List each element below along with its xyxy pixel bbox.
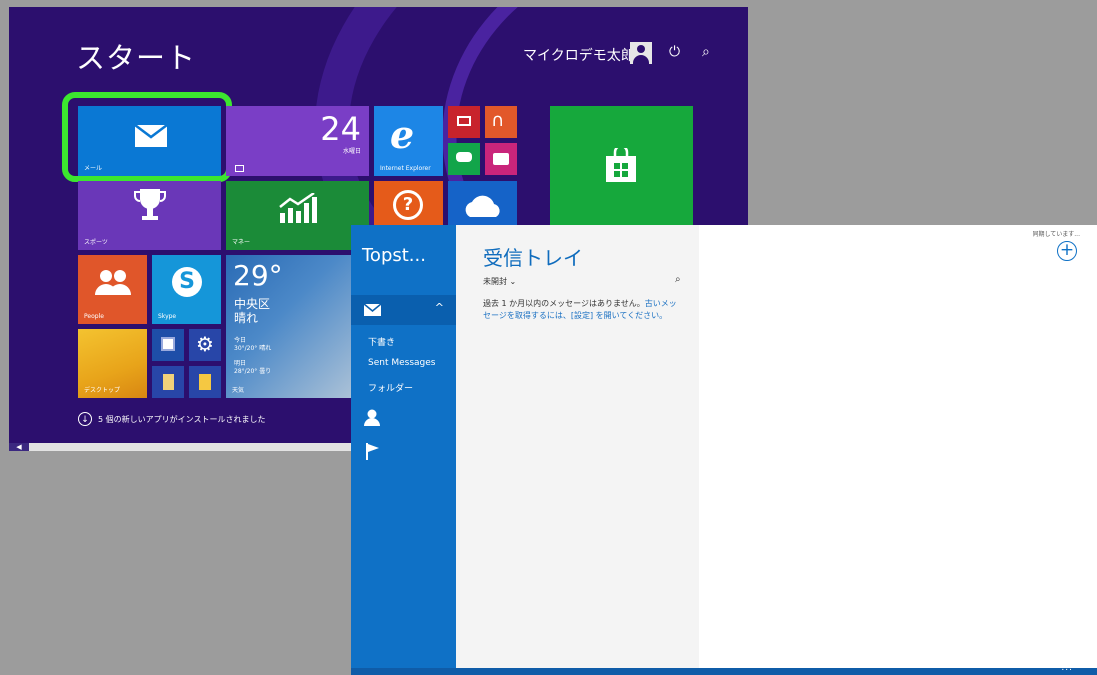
tile-money-label: マネー xyxy=(232,239,251,246)
mail-tile-highlight xyxy=(62,92,232,182)
power-icon[interactable]: ⏻ xyxy=(669,44,680,60)
tile-money[interactable]: マネー xyxy=(226,181,369,250)
tile-music[interactable]: ∩ xyxy=(485,106,517,138)
weather-today-value: 30°/20° 晴れ xyxy=(234,345,272,352)
calendar-day: 24 xyxy=(320,110,361,148)
tile-weather-label: 天気 xyxy=(232,387,245,394)
scroll-left-icon[interactable]: ◀ xyxy=(9,443,29,451)
sync-status: 同期しています... xyxy=(1032,231,1080,238)
filter-dropdown[interactable]: 未開封 ⌄ xyxy=(483,276,516,287)
filter-label: 未開封 xyxy=(483,277,507,286)
flag-icon[interactable] xyxy=(366,443,380,460)
cloud-icon xyxy=(465,195,500,217)
user-avatar-icon[interactable] xyxy=(630,42,652,64)
nav-folder-sent[interactable]: Sent Messages xyxy=(368,358,435,368)
tile-calendar[interactable]: 24 水曜日 xyxy=(226,106,369,176)
arrow-down-circle-icon: ↓ xyxy=(78,412,92,426)
nav-folder-drafts[interactable]: 下書き xyxy=(368,335,395,348)
chevron-down-icon: ⌄ xyxy=(509,277,517,286)
tile-small-app-1[interactable] xyxy=(152,329,184,361)
tile-file-explorer[interactable] xyxy=(189,366,221,398)
new-mail-button[interactable]: + xyxy=(1057,241,1077,261)
tile-people[interactable]: People xyxy=(78,255,147,324)
document-icon xyxy=(163,374,174,390)
app-bar: ... xyxy=(351,663,1097,675)
calendar-weekday: 水曜日 xyxy=(342,148,361,155)
chart-growth-icon xyxy=(279,193,317,223)
tile-desktop[interactable]: デスクトップ xyxy=(78,329,147,398)
gear-icon: ⚙ xyxy=(196,332,214,356)
weather-condition: 晴れ xyxy=(234,311,259,325)
tile-desktop-label: デスクトップ xyxy=(84,387,121,394)
search-icon[interactable]: ⌕ xyxy=(675,274,681,285)
help-icon: ? xyxy=(393,190,423,220)
tile-skype-label: Skype xyxy=(158,313,177,320)
mail-nav-pane: Topst... ^ 下書き Sent Messages フォルダー xyxy=(351,225,456,668)
user-name[interactable]: マイクロデモ太郎 xyxy=(523,45,635,65)
skype-icon: S xyxy=(172,267,202,297)
tile-settings[interactable]: ⚙ xyxy=(189,329,221,361)
camera-icon xyxy=(493,153,509,165)
tile-small-app-2[interactable] xyxy=(152,366,184,398)
tile-games[interactable] xyxy=(448,143,480,175)
mail-app-window: Topst... ^ 下書き Sent Messages フォルダー 受信トレイ… xyxy=(351,225,1097,675)
tile-weather[interactable]: 29° 中央区 晴れ 今日 30°/20° 晴れ 明日 28°/20° 曇り 天… xyxy=(226,255,369,398)
search-icon[interactable]: ⌕ xyxy=(702,44,710,60)
tile-ie-label: Internet Explorer xyxy=(380,165,431,172)
more-options-icon[interactable]: ... xyxy=(1061,663,1073,673)
chevron-up-icon[interactable]: ^ xyxy=(435,301,444,314)
new-apps-text: 5 個の新しいアプリがインストールされました xyxy=(98,414,266,424)
video-icon xyxy=(457,116,471,126)
person-icon[interactable] xyxy=(364,409,380,426)
ie-icon: e xyxy=(390,112,415,157)
store-bag-icon xyxy=(606,148,636,182)
tile-people-label: People xyxy=(84,313,104,320)
empty-message-text: 過去 1 か月以内のメッセージはありません。 xyxy=(483,299,645,308)
envelope-icon xyxy=(364,304,381,316)
tile-video[interactable] xyxy=(448,106,480,138)
empty-inbox-message: 過去 1 か月以内のメッセージはありません。古いメッセージを取得するには、[設定… xyxy=(483,298,678,322)
new-apps-notification[interactable]: ↓ 5 個の新しいアプリがインストールされました xyxy=(78,412,265,426)
trophy-icon xyxy=(134,189,166,220)
weather-tomorrow-value: 28°/20° 曇り xyxy=(234,368,272,375)
headphones-icon: ∩ xyxy=(491,110,505,131)
nav-mail-folder-toggle[interactable]: ^ xyxy=(351,295,456,325)
message-list-pane: 受信トレイ 未開封 ⌄ ⌕ 過去 1 か月以内のメッセージはありません。古いメッ… xyxy=(456,225,699,668)
start-title: スタート xyxy=(76,41,197,75)
tile-skype[interactable]: S Skype xyxy=(152,255,221,324)
account-name[interactable]: Topst... xyxy=(362,245,426,266)
gamepad-icon xyxy=(456,152,472,162)
inbox-title: 受信トレイ xyxy=(483,246,583,270)
tile-camera[interactable] xyxy=(485,143,517,175)
tile-internet-explorer[interactable]: e Internet Explorer xyxy=(374,106,443,176)
weather-temp: 29° xyxy=(233,259,283,292)
tile-sports[interactable]: スポーツ xyxy=(78,181,221,250)
tile-sports-label: スポーツ xyxy=(84,239,108,246)
calendar-icon xyxy=(235,165,244,172)
people-icon xyxy=(95,270,131,295)
nav-folder-folders[interactable]: フォルダー xyxy=(368,381,413,394)
computer-icon xyxy=(161,337,175,351)
folder-icon xyxy=(199,374,211,390)
